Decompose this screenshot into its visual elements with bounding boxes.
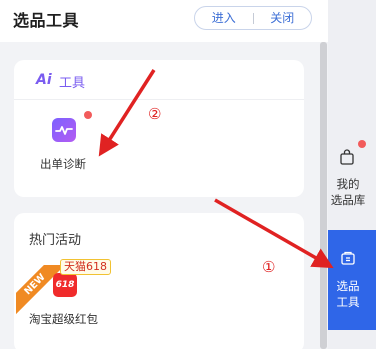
my-selection-library-label: 我的 选品库 xyxy=(328,176,368,208)
header-button-group: 进入 关闭 xyxy=(194,6,312,30)
order-diagnosis-label[interactable]: 出单诊断 xyxy=(40,156,86,172)
hot-activity-title: 热门活动 xyxy=(29,233,82,248)
notification-dot xyxy=(84,111,92,119)
annotation-marker-1: ① xyxy=(262,258,276,276)
notification-dot xyxy=(358,140,366,148)
panel-title: 选品工具 xyxy=(13,11,80,30)
tmall-618-tag: 天猫618 xyxy=(60,259,111,275)
scrollbar-track[interactable] xyxy=(320,42,327,349)
my-selection-library-button[interactable]: 我的 选品库 xyxy=(328,140,376,220)
selection-tools-button[interactable]: 选品 工具 xyxy=(328,230,376,330)
shopping-bag-icon xyxy=(340,149,354,165)
tools-label-line2: 工具 xyxy=(336,295,360,309)
scrollbar-thumb[interactable] xyxy=(320,42,327,349)
tools-label-line1: 选品 xyxy=(336,279,360,293)
hot-activity-card: 热门活动 NEW 618 天猫618 淘宝超级红包 xyxy=(14,213,304,349)
ai-logo-icon: Ai xyxy=(36,72,52,88)
toolbox-icon xyxy=(341,251,355,265)
library-label-line1: 我的 xyxy=(336,177,360,191)
panel-header: 选品工具 进入 关闭 xyxy=(0,0,328,42)
enter-button[interactable]: 进入 xyxy=(195,7,253,29)
library-label-line2: 选品库 xyxy=(330,193,366,207)
ai-tools-card-header: Ai 工具 xyxy=(14,60,304,100)
ai-tools-title: 工具 xyxy=(59,76,86,91)
annotation-marker-2: ② xyxy=(148,105,162,123)
ai-tools-card: Ai 工具 出单诊断 xyxy=(14,60,304,197)
right-rail: 我的 选品库 选品 工具 xyxy=(328,0,376,349)
taobao-red-packet-label[interactable]: 淘宝超级红包 xyxy=(29,311,98,327)
taobao-618-icon[interactable]: 618 xyxy=(53,273,77,297)
pulse-chart-icon[interactable] xyxy=(52,118,76,142)
close-button[interactable]: 关闭 xyxy=(254,7,312,29)
selection-tools-label: 选品 工具 xyxy=(328,278,368,310)
tool-panel: 选品工具 进入 关闭 Ai 工具 出单诊断 热门活动 NEW 618 天猫618… xyxy=(0,0,328,349)
